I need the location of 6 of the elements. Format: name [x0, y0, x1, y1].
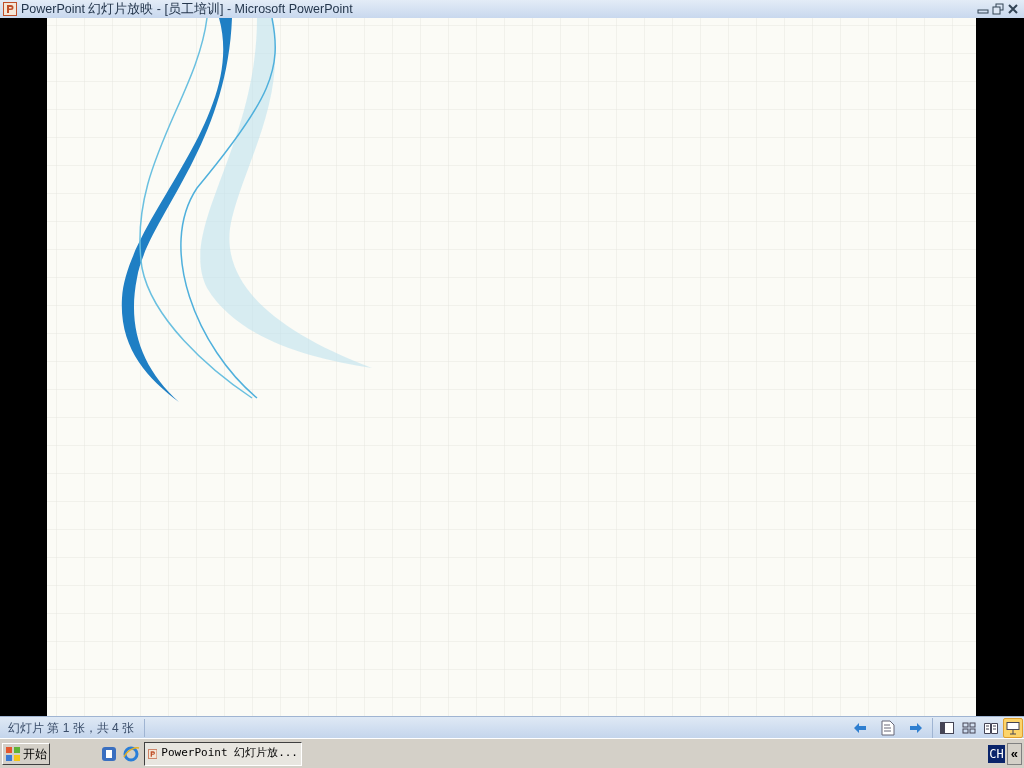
language-indicator[interactable]: CH — [988, 744, 1005, 763]
window-title: PowerPoint 幻灯片放映 - [员工培训] - Microsoft PowerPoint — [21, 0, 353, 18]
slide-counter: 幻灯片 第 1 张，共 4 张 — [0, 718, 146, 737]
taskbar-button[interactable]: PowerPoint 幻灯片放... — [144, 741, 302, 766]
show-hidden-icons-button[interactable]: « — [1006, 742, 1022, 765]
start-button[interactable]: 开始 — [2, 742, 50, 765]
